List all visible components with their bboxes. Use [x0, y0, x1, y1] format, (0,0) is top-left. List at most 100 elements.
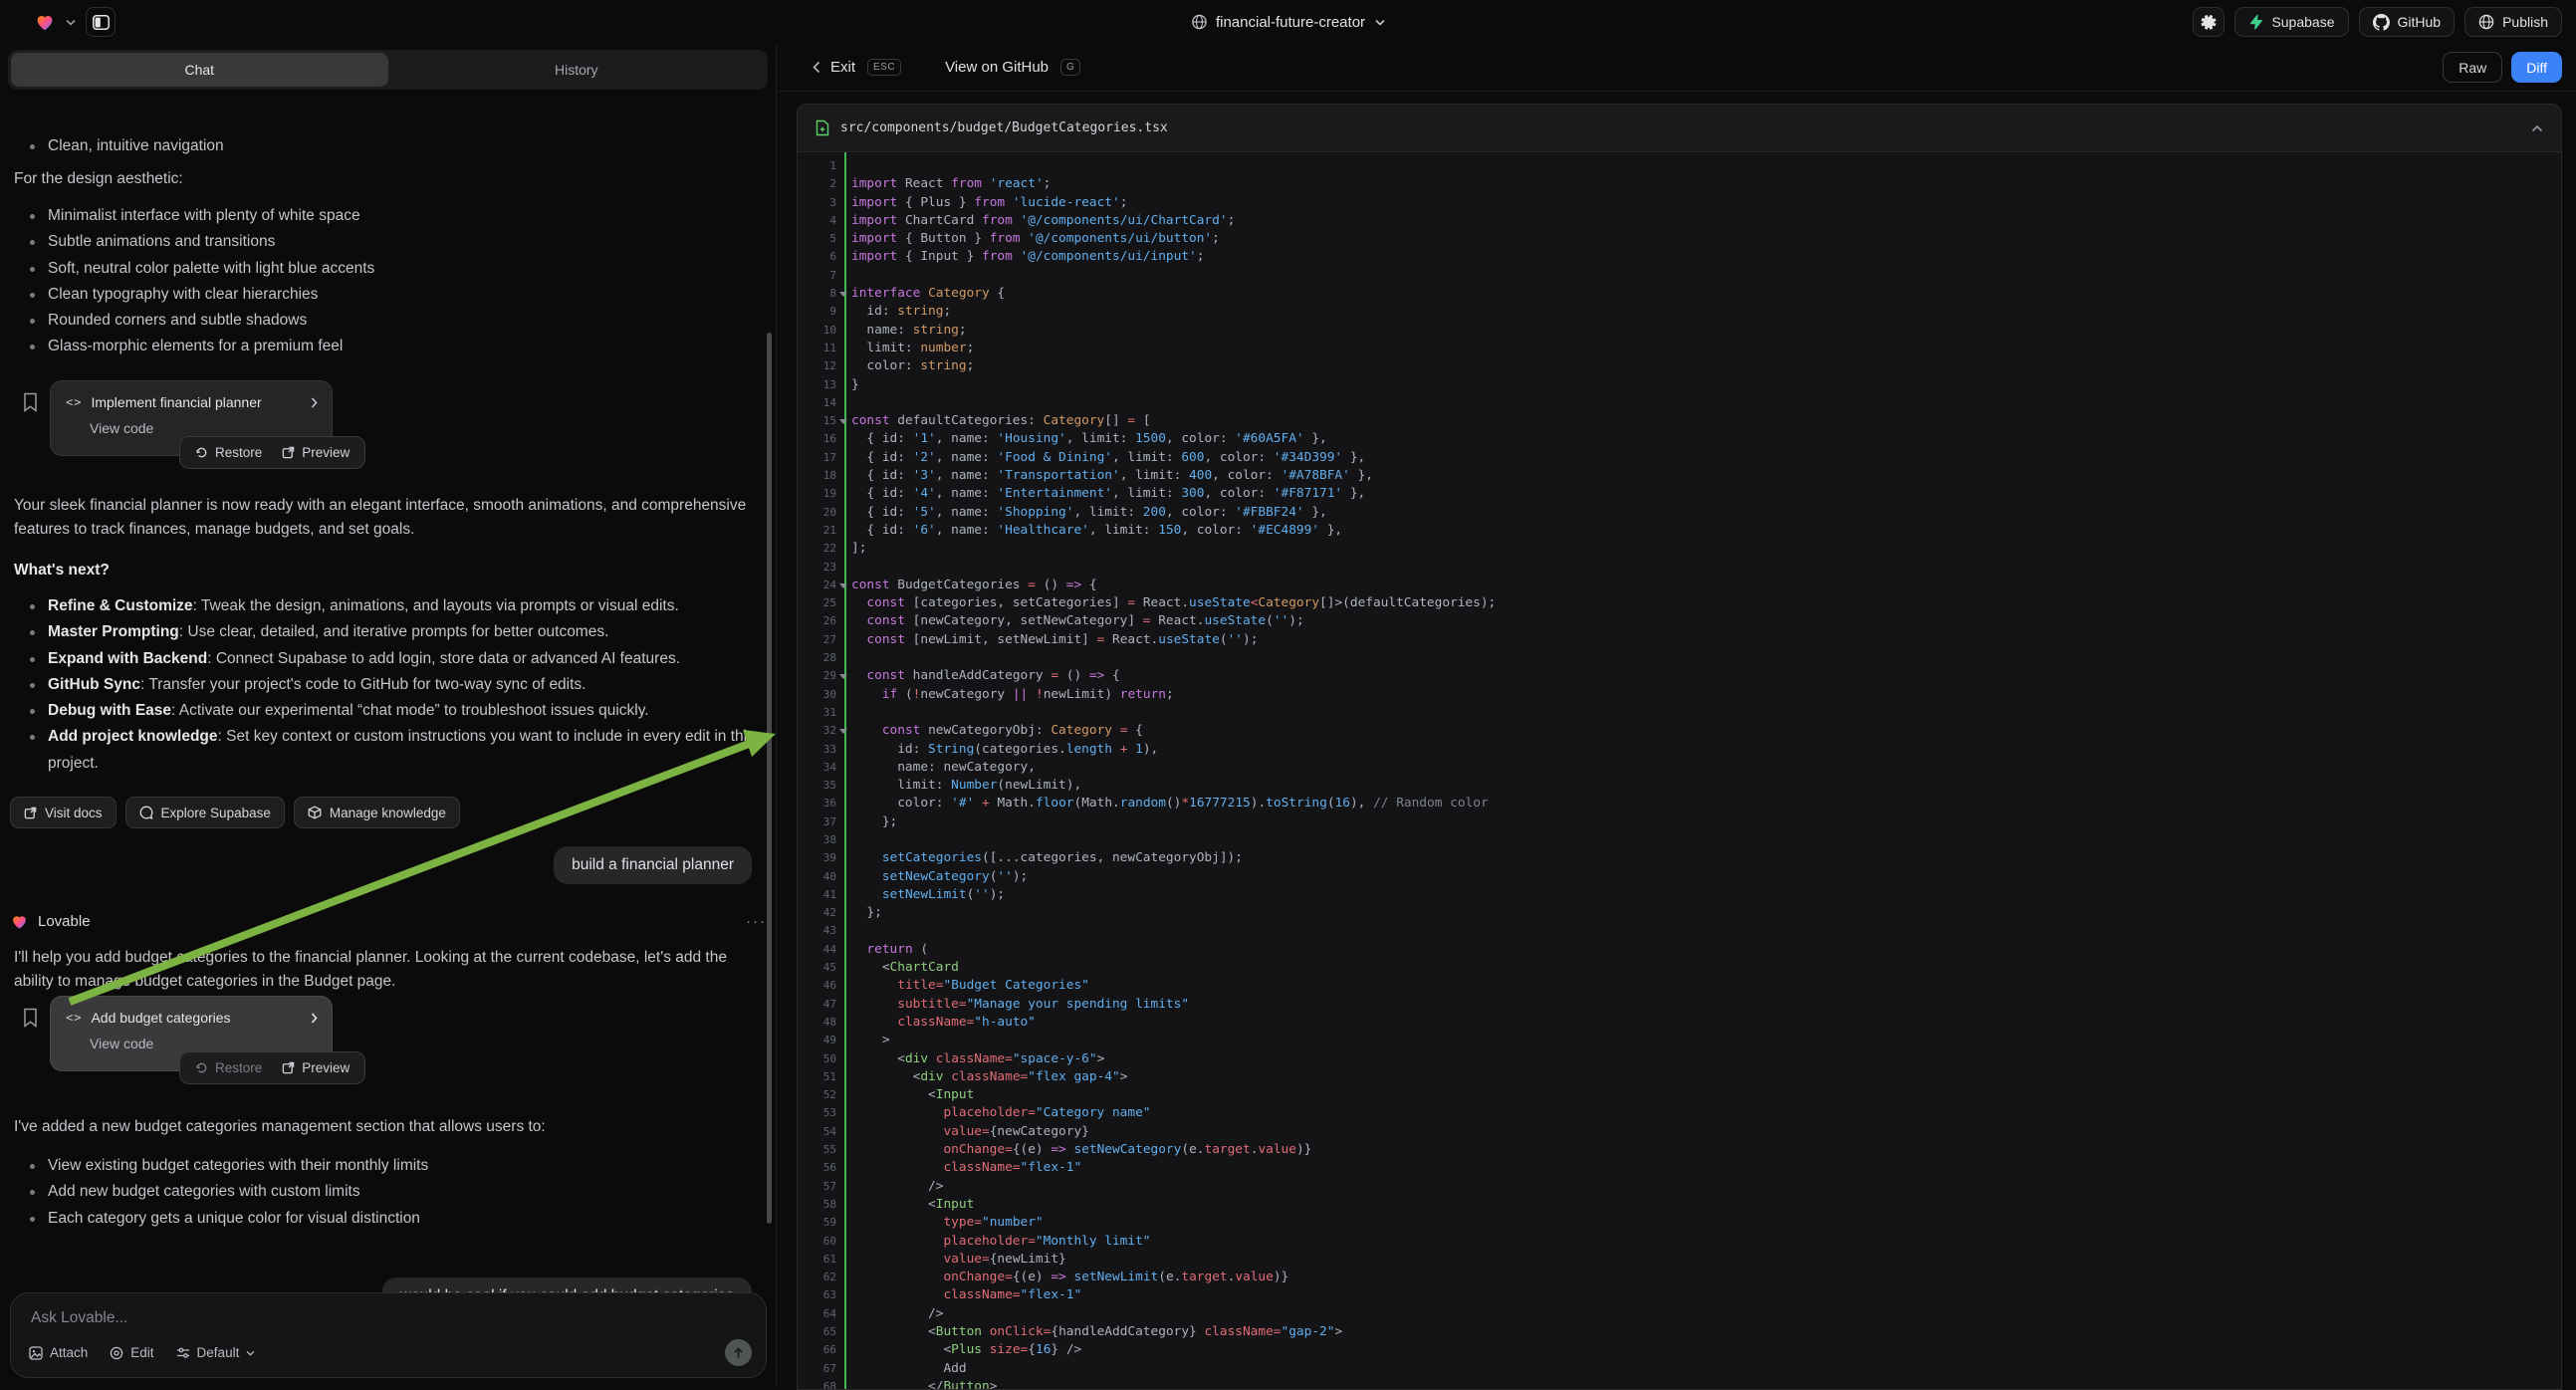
publish-label: Publish — [2502, 14, 2548, 30]
preview-button[interactable]: Preview — [282, 445, 350, 460]
line-number: 32 — [798, 722, 836, 740]
view-code-link[interactable]: View code — [90, 420, 318, 436]
assistant-action-buttons: Visit docs Explore Supabase Manage knowl… — [0, 797, 777, 828]
bookmark-icon[interactable] — [23, 392, 38, 412]
code-text: type="number" — [836, 1214, 1044, 1232]
chat-scrollbar[interactable] — [767, 333, 772, 1224]
tab-chat[interactable]: Chat — [11, 53, 388, 87]
line-number: 61 — [798, 1251, 836, 1269]
line-number: 28 — [798, 649, 836, 667]
preview-button[interactable]: Preview — [282, 1060, 350, 1075]
view-on-github-button[interactable]: View on GitHub — [945, 59, 1049, 76]
mode-selector[interactable]: Default — [176, 1345, 256, 1360]
code-text: const handleAddCategory = () => { — [836, 667, 1120, 685]
code-text: import { Button } from '@/components/ui/… — [836, 230, 1220, 248]
code-text: <ChartCard — [836, 959, 959, 977]
code-line: 19 { id: '4', name: 'Entertainment', lim… — [798, 485, 2561, 503]
composer-input[interactable]: Ask Lovable... — [31, 1309, 748, 1327]
manage-knowledge-button[interactable]: Manage knowledge — [294, 797, 460, 828]
send-button[interactable] — [725, 1339, 752, 1366]
code-line: 16 { id: '1', name: 'Housing', limit: 15… — [798, 430, 2561, 448]
chat-composer[interactable]: Ask Lovable... Attach Edit Default — [10, 1292, 767, 1378]
line-number: 13 — [798, 376, 836, 394]
raw-toggle-button[interactable]: Raw — [2443, 52, 2502, 83]
chevron-right-icon — [311, 397, 318, 408]
line-number: 17 — [798, 449, 836, 467]
code-line: 35 limit: Number(newLimit), — [798, 777, 2561, 795]
fold-caret-icon[interactable] — [839, 419, 847, 424]
project-switcher[interactable]: financial-future-creator — [1191, 0, 1385, 44]
code-line: 18 { id: '3', name: 'Transportation', li… — [798, 467, 2561, 485]
bookmark-icon[interactable] — [23, 1008, 38, 1028]
visit-docs-button[interactable]: Visit docs — [10, 797, 117, 828]
fold-caret-icon[interactable] — [839, 674, 847, 679]
code-text: const [categories, setCategories] = Reac… — [836, 594, 1496, 612]
code-line: 52 <Input — [798, 1086, 2561, 1104]
topbar: financial-future-creator Supabase GitHub… — [0, 0, 2576, 44]
supabase-button[interactable]: Supabase — [2234, 7, 2348, 37]
back-chevron-icon[interactable] — [813, 61, 820, 74]
knowledge-box-icon — [308, 806, 322, 819]
code-text: { id: '1', name: 'Housing', limit: 1500,… — [836, 430, 1327, 448]
fold-caret-icon[interactable] — [839, 729, 847, 734]
code-line: 51 <div className="flex gap-4"> — [798, 1068, 2561, 1086]
version-card-title: Add budget categories — [91, 1010, 302, 1026]
lovable-heart-icon[interactable] — [34, 11, 56, 33]
diff-toggle-button[interactable]: Diff — [2511, 52, 2562, 83]
chevron-up-icon[interactable] — [2531, 124, 2543, 132]
file-header[interactable]: src/components/budget/BudgetCategories.t… — [798, 105, 2561, 152]
code-line: 10 name: string; — [798, 322, 2561, 340]
gear-icon — [2201, 14, 2218, 31]
code-text: placeholder="Monthly limit" — [836, 1233, 1151, 1251]
edit-button[interactable]: Edit — [110, 1345, 153, 1360]
attach-image-icon — [29, 1346, 43, 1360]
code-text: return ( — [836, 941, 928, 959]
line-number: 23 — [798, 559, 836, 577]
code-text: </Button> — [836, 1378, 997, 1390]
code-line: 40 setNewCategory(''); — [798, 868, 2561, 886]
attach-button[interactable]: Attach — [29, 1345, 88, 1360]
code-text: { id: '4', name: 'Entertainment', limit:… — [836, 485, 1365, 503]
lovable-heart-icon — [10, 912, 29, 931]
publish-button[interactable]: Publish — [2464, 7, 2562, 37]
code-body[interactable]: 12import React from 'react';3import { Pl… — [798, 152, 2561, 1390]
code-text: onChange={(e) => setNewCategory(e.target… — [836, 1141, 1311, 1159]
line-number: 19 — [798, 485, 836, 503]
line-number: 34 — [798, 759, 836, 777]
sidebar-toggle-icon[interactable] — [86, 7, 116, 37]
design-bullets-top: Clean, intuitive navigation — [0, 133, 777, 159]
code-line: 7 — [798, 267, 2561, 285]
code-line: 17 { id: '2', name: 'Food & Dining', lim… — [798, 449, 2561, 467]
code-text: setCategories([...categories, newCategor… — [836, 849, 1243, 867]
line-number: 49 — [798, 1032, 836, 1049]
code-line: 30 if (!newCategory || !newLimit) return… — [798, 686, 2561, 704]
code-line: 59 type="number" — [798, 1214, 2561, 1232]
code-text: import { Plus } from 'lucide-react'; — [836, 194, 1127, 212]
settings-button[interactable] — [2193, 7, 2225, 37]
exit-button[interactable]: Exit — [830, 59, 855, 76]
restore-button[interactable]: Restore — [195, 1060, 262, 1075]
github-button[interactable]: GitHub — [2359, 7, 2456, 37]
tab-history[interactable]: History — [388, 53, 766, 87]
line-number: 27 — [798, 631, 836, 649]
explore-supabase-button[interactable]: Explore Supabase — [125, 797, 285, 828]
code-line: 42 }; — [798, 904, 2561, 922]
code-text: setNewCategory(''); — [836, 868, 1028, 886]
fold-caret-icon[interactable] — [839, 292, 847, 297]
view-code-link[interactable]: View code — [90, 1036, 318, 1051]
line-number: 63 — [798, 1286, 836, 1304]
line-number: 37 — [798, 813, 836, 831]
code-line: 38 — [798, 831, 2561, 849]
chevron-down-icon[interactable] — [66, 19, 76, 26]
code-view-panel: Exit ESC View on GitHub G Raw Diff src/c… — [777, 44, 2576, 1388]
code-text: { id: '3', name: 'Transportation', limit… — [836, 467, 1373, 485]
line-number: 14 — [798, 394, 836, 412]
line-number: 2 — [798, 175, 836, 193]
ellipsis-icon[interactable]: ··· — [746, 913, 767, 930]
line-number: 56 — [798, 1159, 836, 1177]
fold-caret-icon[interactable] — [839, 583, 847, 588]
code-line: 3import { Plus } from 'lucide-react'; — [798, 194, 2561, 212]
line-number: 39 — [798, 849, 836, 867]
restore-button[interactable]: Restore — [195, 445, 262, 460]
chat-scroll-area[interactable]: Clean, intuitive navigation For the desi… — [0, 98, 777, 1332]
